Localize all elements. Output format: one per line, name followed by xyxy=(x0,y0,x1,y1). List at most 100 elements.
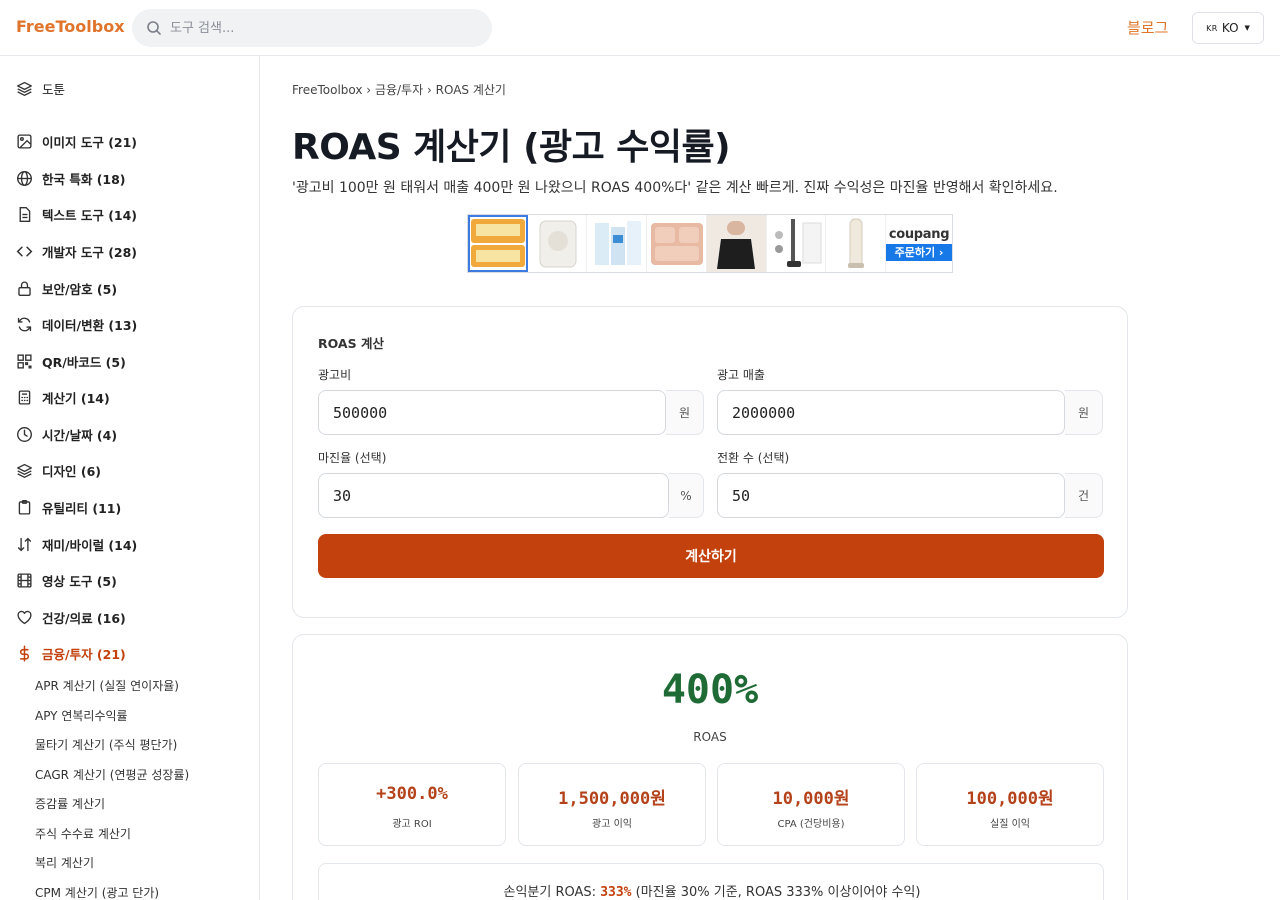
sidebar-item-label: 디자인 (6) xyxy=(42,463,101,479)
metric-value: +300.0% xyxy=(376,784,448,804)
refresh-icon xyxy=(17,317,32,331)
language-label: KO xyxy=(1221,21,1239,35)
search-icon xyxy=(147,21,161,35)
sidebar-item-qr[interactable]: QR/바코드 (5) xyxy=(16,349,126,373)
margin-input[interactable] xyxy=(318,473,669,518)
sidebar-item-health[interactable]: 건강/의료 (16) xyxy=(16,605,126,629)
sidebar-item-fun[interactable]: 재미/바이럴 (14) xyxy=(16,532,137,556)
sidebar-item-label: QR/바코드 (5) xyxy=(42,354,126,370)
sidebar-item-time[interactable]: 시간/날짜 (4) xyxy=(16,422,117,446)
conversions-input[interactable] xyxy=(717,473,1065,518)
sidebar-subitem[interactable]: 물타기 계산기 (주식 평단가) xyxy=(35,736,177,753)
breadcrumb-category[interactable]: 금융/투자 xyxy=(375,83,423,97)
breadcrumb: FreeToolbox › 금융/투자 › ROAS 계산기 xyxy=(292,81,506,98)
metric-value: 10,000원 xyxy=(772,789,850,809)
clock-icon xyxy=(17,426,32,442)
sidebar: 도툰 이미지 도구 (21) 한국 특화 (18) 텍스트 도구 (14) 개발… xyxy=(0,56,260,900)
search-box[interactable] xyxy=(132,9,492,47)
page-description: '광고비 100만 원 태워서 매출 400만 원 나왔으니 ROAS 400%… xyxy=(292,180,1058,196)
language-button[interactable]: KR KO ▼ xyxy=(1192,12,1264,44)
roas-result-card: 400% ROAS +300.0% 광고 ROI 1,500,000원 광고 이… xyxy=(292,634,1128,900)
product-thumbnail[interactable] xyxy=(826,215,887,272)
ad-revenue-input[interactable] xyxy=(717,390,1065,435)
sidebar-item-finance[interactable]: 금융/투자 (21) xyxy=(16,641,126,665)
sidebar-subitem[interactable]: 증감률 계산기 xyxy=(35,795,105,812)
sidebar-item-label: 시간/날짜 (4) xyxy=(42,427,118,443)
sidebar-subitem[interactable]: APY 연복리수익률 xyxy=(35,707,128,724)
metric-card-roi: +300.0% 광고 ROI xyxy=(318,763,506,846)
breadcrumb-home[interactable]: FreeToolbox xyxy=(292,83,362,97)
product-thumbnail[interactable] xyxy=(767,215,827,272)
sidebar-item-security[interactable]: 보안/암호 (5) xyxy=(16,276,117,300)
ad-revenue-group: 원 xyxy=(717,390,1103,435)
blog-link[interactable]: 블로그 xyxy=(1127,17,1168,38)
ad-banner[interactable]: coupang 주문하기 › xyxy=(467,214,953,273)
sidebar-item-label: 계산기 (14) xyxy=(42,390,110,406)
metric-card-cpa: 10,000원 CPA (건당비용) xyxy=(717,763,905,846)
sidebar-item-label: 개발자 도구 (28) xyxy=(42,244,138,260)
sidebar-item-design[interactable]: 디자인 (6) xyxy=(16,458,101,482)
sidebar-item-all[interactable]: 도툰 xyxy=(16,76,65,100)
coupang-ad[interactable]: coupang 주문하기 › xyxy=(886,215,953,272)
product-thumbnail[interactable] xyxy=(706,215,767,272)
qr-icon xyxy=(17,353,32,369)
card-title: ROAS 계산 xyxy=(318,336,384,351)
sidebar-item-text[interactable]: 텍스트 도구 (14) xyxy=(16,202,137,226)
metric-value: 100,000원 xyxy=(966,789,1054,809)
margin-unit: % xyxy=(669,473,704,518)
sidebar-subitem[interactable]: 주식 수수료 계산기 xyxy=(35,825,131,842)
metric-card-profit: 1,500,000원 광고 이익 xyxy=(518,763,706,846)
calculator-icon xyxy=(18,389,31,405)
sidebar-item-image[interactable]: 이미지 도구 (21) xyxy=(16,129,137,153)
conversions-group: 건 xyxy=(717,473,1103,518)
breadcrumb-current: ROAS 계산기 xyxy=(435,83,506,97)
product-thumbnail[interactable] xyxy=(647,215,707,272)
ad-revenue-label: 광고 매출 xyxy=(717,368,765,382)
sidebar-subitem[interactable]: 복리 계산기 xyxy=(35,854,94,871)
calculate-button[interactable]: 계산하기 xyxy=(318,534,1104,578)
layers-icon xyxy=(17,81,32,96)
dollar-icon xyxy=(19,645,30,661)
ad-revenue-unit: 원 xyxy=(1065,390,1103,435)
ad-cost-input[interactable] xyxy=(318,390,666,435)
flag-icon: KR xyxy=(1206,23,1218,33)
breakeven-text: 손익분기 ROAS: 333% (마진율 30% 기준, ROAS 333% 이… xyxy=(503,885,921,900)
sidebar-item-label: 한국 특화 (18) xyxy=(42,171,126,187)
sidebar-item-data[interactable]: 데이터/변환 (13) xyxy=(16,312,137,336)
sidebar-item-dev[interactable]: 개발자 도구 (28) xyxy=(16,239,137,263)
sidebar-item-utility[interactable]: 유틸리티 (11) xyxy=(16,495,121,519)
sidebar-subitem[interactable]: APR 계산기 (실질 연이자율) xyxy=(35,677,179,694)
sidebar-item-korea[interactable]: 한국 특화 (18) xyxy=(16,166,126,190)
lock-icon xyxy=(18,281,31,296)
breadcrumb-separator: › xyxy=(426,83,432,97)
document-icon xyxy=(19,206,31,222)
sidebar-item-video[interactable]: 영상 도구 (5) xyxy=(16,568,117,592)
order-button[interactable]: 주문하기 › xyxy=(886,243,953,261)
ad-cost-group: 원 xyxy=(318,390,704,435)
sidebar-item-label: 보안/암호 (5) xyxy=(42,281,118,297)
roas-label: ROAS xyxy=(693,730,727,744)
margin-label: 마진율 (선택) xyxy=(318,451,387,465)
conversions-label: 전환 수 (선택) xyxy=(717,451,790,465)
roas-input-card: ROAS 계산 광고비 원 광고 매출 원 마진율 (선택) % 전환 수 (선… xyxy=(292,306,1128,618)
heart-icon xyxy=(17,610,32,624)
search-input[interactable] xyxy=(170,9,480,47)
site-logo[interactable]: FreeToolbox xyxy=(16,17,125,36)
sidebar-subitem[interactable]: CPM 계산기 (광고 단가) xyxy=(35,884,159,900)
globe-icon xyxy=(17,170,32,186)
metric-value: 1,500,000원 xyxy=(558,789,666,809)
metric-card-net-profit: 100,000원 실질 이익 xyxy=(916,763,1104,846)
sidebar-subitem[interactable]: CAGR 계산기 (연평균 성장률) xyxy=(35,766,189,783)
breakeven-box: 손익분기 ROAS: 333% (마진율 30% 기준, ROAS 333% 이… xyxy=(318,863,1104,900)
sidebar-item-label: 영상 도구 (5) xyxy=(42,573,117,589)
breakeven-value: 333% xyxy=(600,885,632,900)
product-thumbnail[interactable] xyxy=(468,215,528,272)
sidebar-item-calculator[interactable]: 계산기 (14) xyxy=(16,385,110,409)
product-thumbnail[interactable] xyxy=(528,215,588,272)
layers-icon xyxy=(17,463,32,478)
image-icon xyxy=(17,133,32,149)
sidebar-item-label: 이미지 도구 (21) xyxy=(42,134,138,150)
sidebar-item-label: 금융/투자 (21) xyxy=(42,646,126,662)
product-thumbnail[interactable] xyxy=(587,215,648,272)
code-icon xyxy=(16,245,33,257)
